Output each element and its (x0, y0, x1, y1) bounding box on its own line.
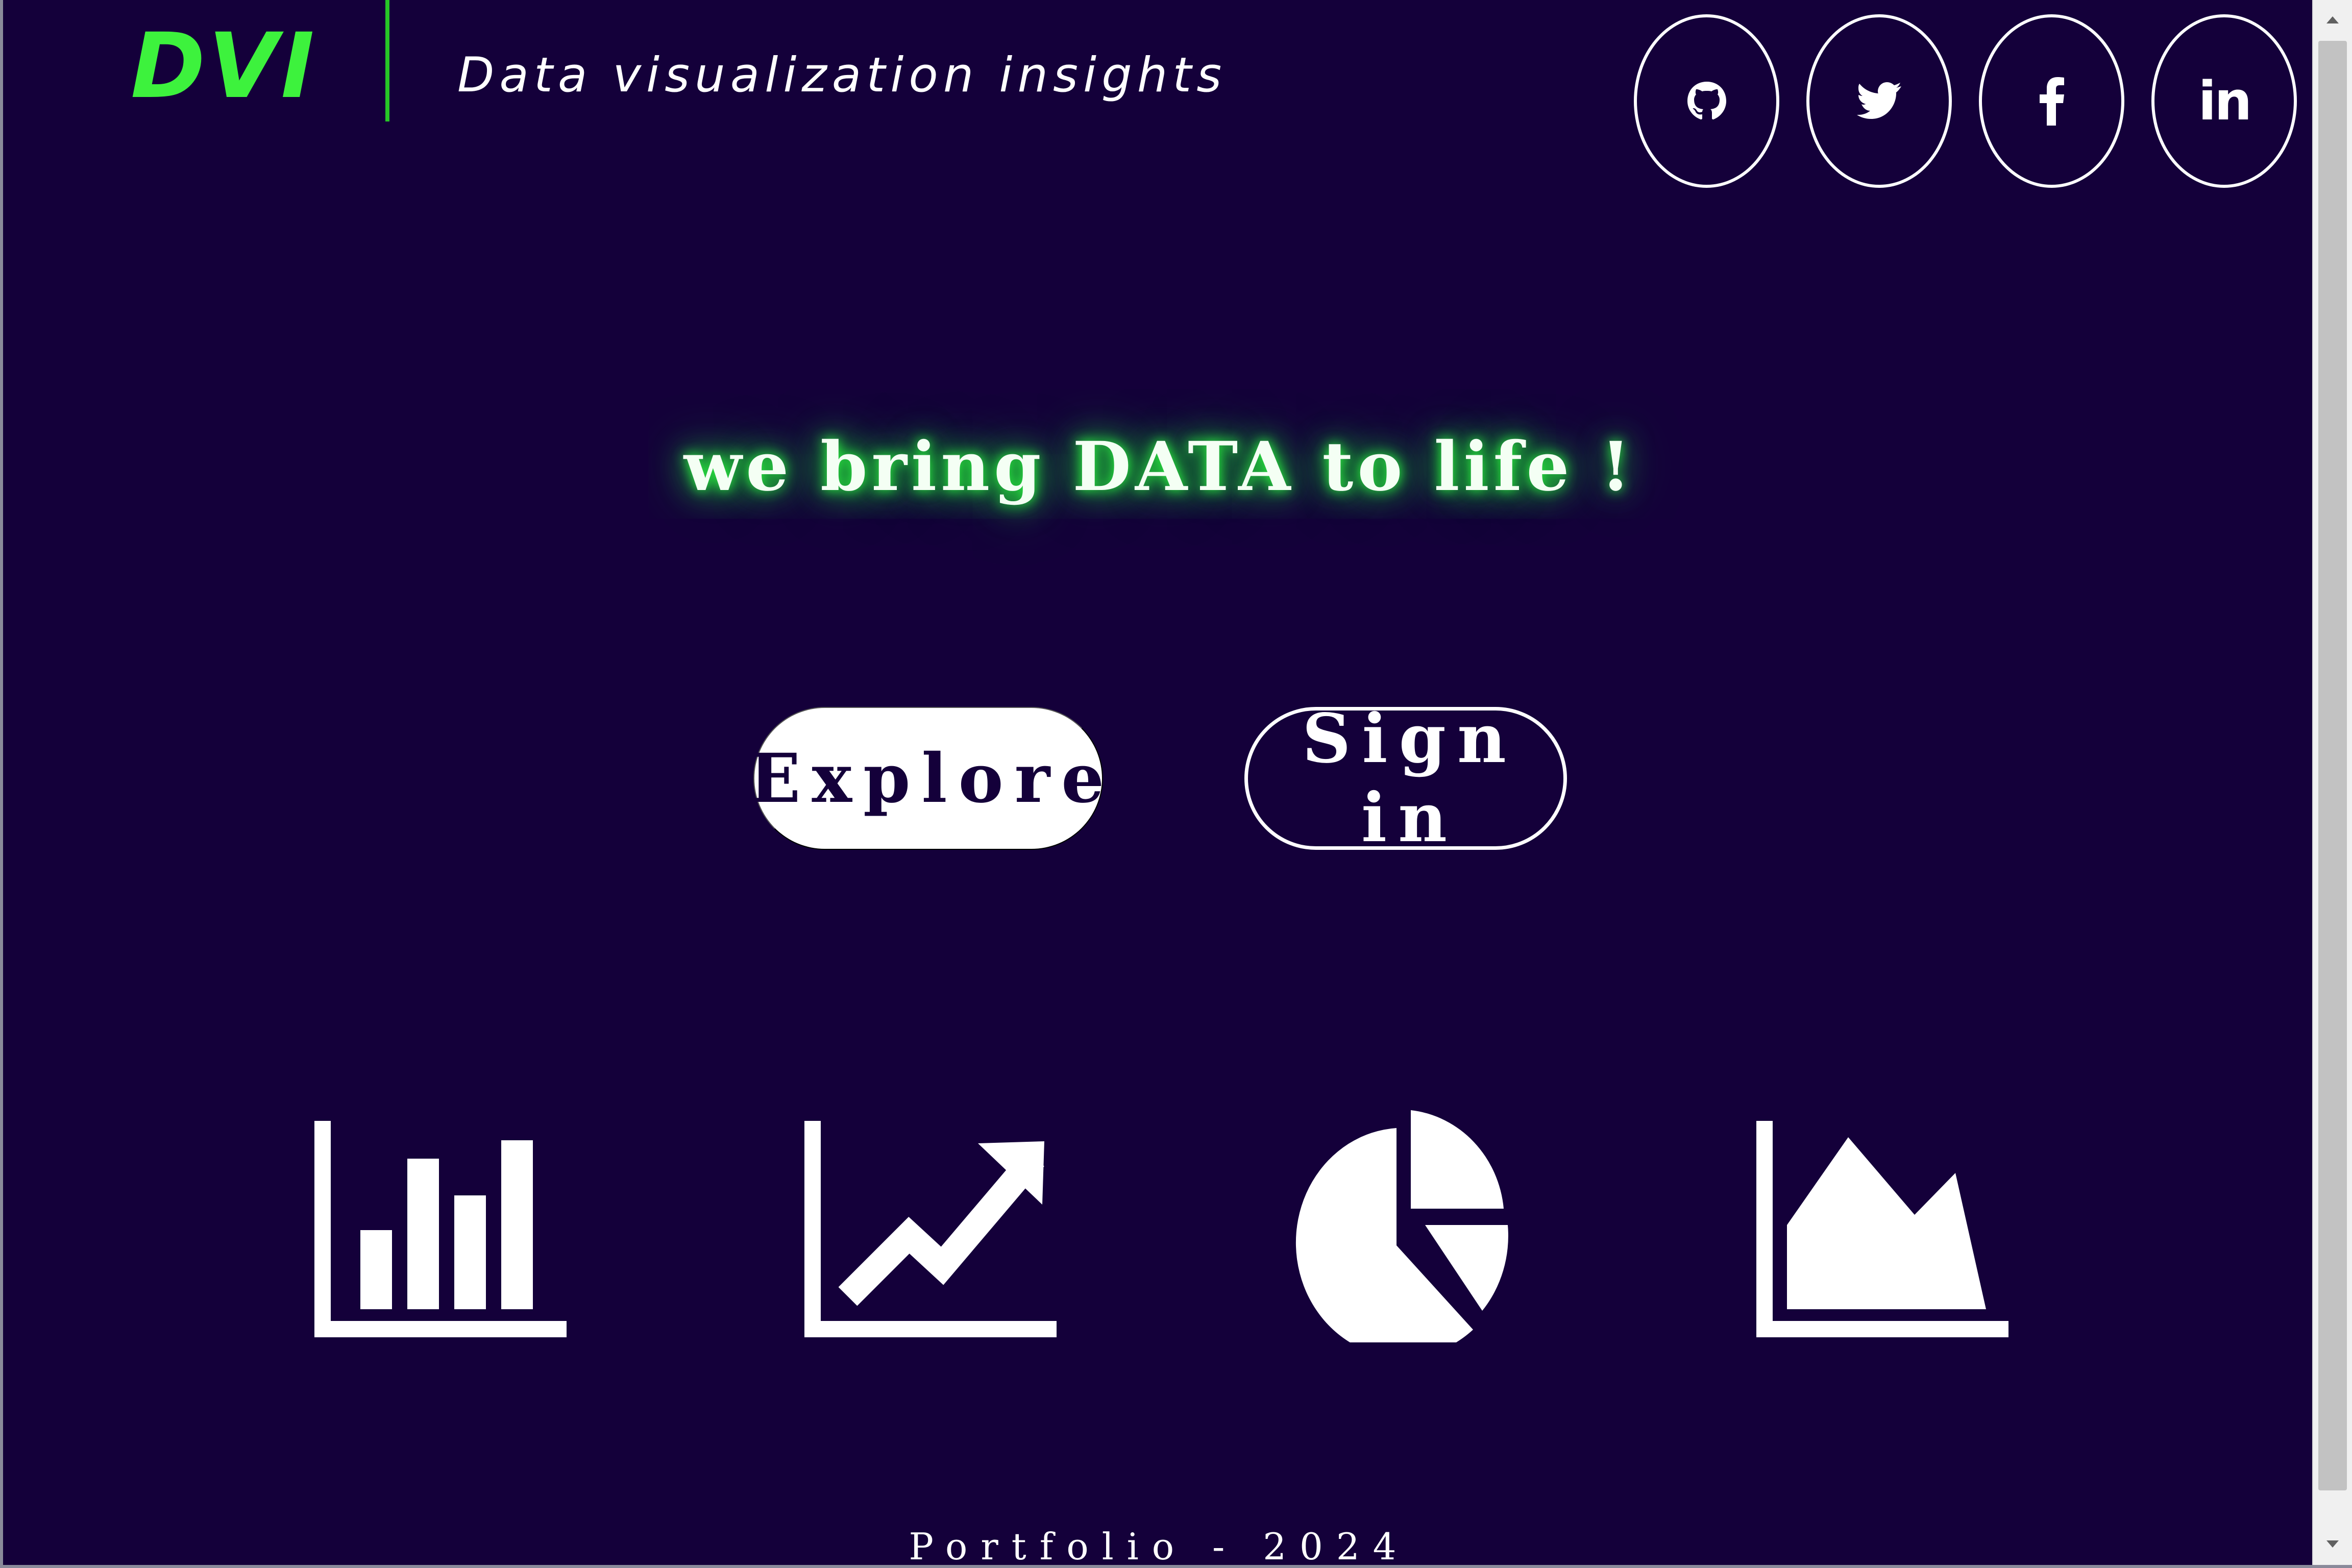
logo[interactable]: DVI (131, 15, 317, 117)
facebook-icon (2039, 77, 2064, 126)
twitter-link[interactable] (1806, 14, 1952, 188)
scrollbar-thumb[interactable] (2318, 41, 2347, 1490)
footer-text: Portfolio - 2024 (909, 1525, 1410, 1568)
explore-button[interactable]: Explore (749, 707, 1104, 850)
linkedin-icon: in (2198, 70, 2252, 132)
line-chart-icon (804, 1121, 1057, 1337)
facebook-link[interactable] (1979, 14, 2124, 188)
pie-chart-icon (1295, 1110, 1508, 1342)
linkedin-link[interactable]: in (2151, 14, 2297, 188)
landing-page: DVI Data visualization insights in we br… (0, 0, 2352, 1568)
github-icon (1687, 82, 1726, 119)
area-chart-icon (1756, 1121, 2008, 1337)
hero-headline: we bring DATA to life ! (683, 427, 1635, 506)
scroll-down-arrow-icon[interactable] (2313, 1526, 2352, 1562)
tagline: Data visualization insights (457, 47, 1227, 103)
sign-in-button[interactable]: Sign in (1244, 699, 1567, 857)
vertical-scrollbar[interactable] (2312, 0, 2352, 1565)
header-divider (385, 0, 389, 121)
scroll-up-arrow-icon[interactable] (2313, 2, 2352, 38)
twitter-icon (1856, 82, 1901, 119)
github-link[interactable] (1634, 14, 1779, 188)
bar-chart-icon (314, 1121, 567, 1337)
